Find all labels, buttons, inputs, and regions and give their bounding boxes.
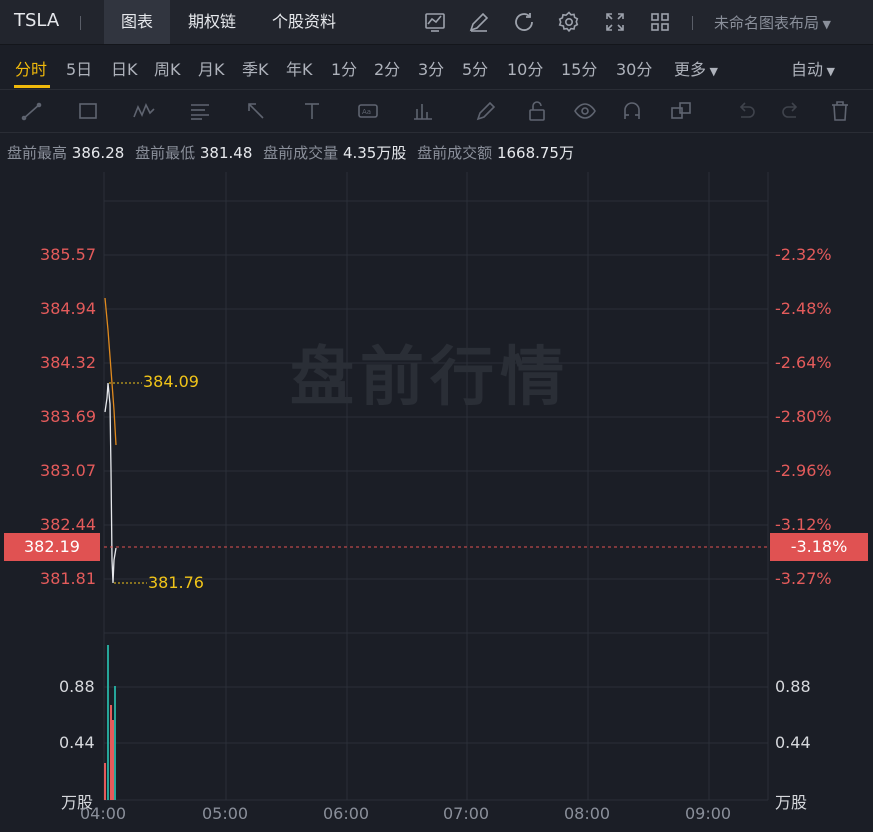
time-axis-label: 06:00 xyxy=(323,804,370,823)
volume-bar xyxy=(114,686,116,800)
percent-axis-label: -3.27% xyxy=(775,569,832,588)
volume-bar xyxy=(107,645,109,800)
percent-axis-label: -3.12% xyxy=(775,515,832,534)
low-point-annotation: 381.76 xyxy=(148,573,204,592)
price-axis-label: 381.81 xyxy=(40,569,96,588)
price-axis-label: 384.94 xyxy=(40,299,96,318)
price-axis-label: 382.44 xyxy=(40,515,96,534)
percent-axis-label: -2.80% xyxy=(775,407,832,426)
time-axis-label: 04:00 xyxy=(80,804,127,823)
volume-bar xyxy=(110,705,112,800)
current-price-badge: 382.19 xyxy=(4,533,100,561)
volume-axis-label: 0.88 xyxy=(59,677,95,696)
volume-bar xyxy=(112,720,114,800)
percent-axis-label: -2.32% xyxy=(775,245,832,264)
price-axis-label: 383.07 xyxy=(40,461,96,480)
volume-axis-label: 0.44 xyxy=(775,733,811,752)
time-axis-label: 09:00 xyxy=(685,804,732,823)
volume-axis-label: 0.44 xyxy=(59,733,95,752)
volume-unit-label: 万股 xyxy=(775,793,808,812)
percent-axis-label: -2.64% xyxy=(775,353,832,372)
time-axis-label: 05:00 xyxy=(202,804,249,823)
price-axis-label: 384.32 xyxy=(40,353,96,372)
volume-axis-label: 0.88 xyxy=(775,677,811,696)
price-axis-label: 385.57 xyxy=(40,245,96,264)
price-axis-label: 383.69 xyxy=(40,407,96,426)
percent-axis-label: -2.96% xyxy=(775,461,832,480)
price-chart[interactable] xyxy=(0,0,873,832)
time-axis-label: 08:00 xyxy=(564,804,611,823)
current-percent-badge: -3.18% xyxy=(770,533,868,561)
high-point-annotation: 384.09 xyxy=(143,372,199,391)
percent-axis-label: -2.48% xyxy=(775,299,832,318)
volume-bar xyxy=(104,763,106,800)
time-axis-label: 07:00 xyxy=(443,804,490,823)
